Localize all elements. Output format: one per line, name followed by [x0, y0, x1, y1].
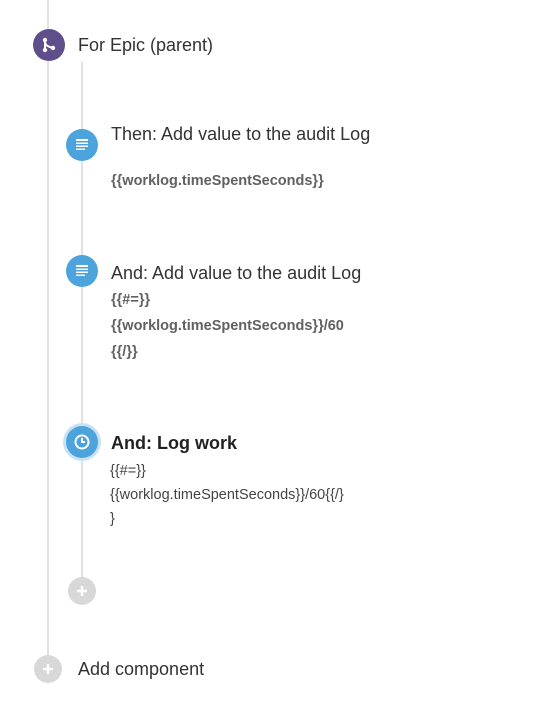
action-log-work-icon[interactable] [66, 426, 98, 458]
add-component-button[interactable] [34, 655, 62, 683]
outer-tree-line [47, 0, 49, 660]
code-line: {{#=}} [111, 292, 151, 308]
add-inner-component-button[interactable] [68, 577, 96, 605]
code-line: } [110, 511, 115, 527]
action-log-work-value: {{#=}} {{worklog.timeSpentSeconds}}/60{{… [110, 459, 344, 531]
list-icon [76, 139, 88, 150]
action-audit-log-2-value: {{#=}} {{worklog.timeSpentSeconds}}/60 {… [111, 287, 344, 365]
action-log-work-title[interactable]: And: Log work [111, 431, 237, 455]
action-audit-log-1-value: {{worklog.timeSpentSeconds}} [111, 168, 324, 194]
action-audit-log-2-title[interactable]: And: Add value to the audit Log [111, 261, 361, 285]
add-component-label[interactable]: Add component [78, 657, 204, 681]
code-line: {{/}} [111, 344, 138, 360]
branch-icon [42, 37, 56, 53]
action-audit-log-1-icon[interactable] [66, 129, 98, 161]
branch-component-icon[interactable] [33, 29, 65, 61]
plus-icon [77, 586, 87, 596]
branch-title[interactable]: For Epic (parent) [78, 33, 213, 57]
action-audit-log-1-title[interactable]: Then: Add value to the audit Log [111, 122, 371, 146]
list-icon [76, 265, 88, 276]
clock-icon [74, 434, 90, 450]
code-line: {{worklog.timeSpentSeconds}}/60{{/} [110, 487, 344, 503]
code-line: {{#=}} [110, 463, 146, 479]
code-line: {{worklog.timeSpentSeconds}} [111, 173, 324, 189]
action-audit-log-2-icon[interactable] [66, 255, 98, 287]
plus-icon [43, 664, 53, 674]
code-line: {{worklog.timeSpentSeconds}}/60 [111, 318, 344, 334]
